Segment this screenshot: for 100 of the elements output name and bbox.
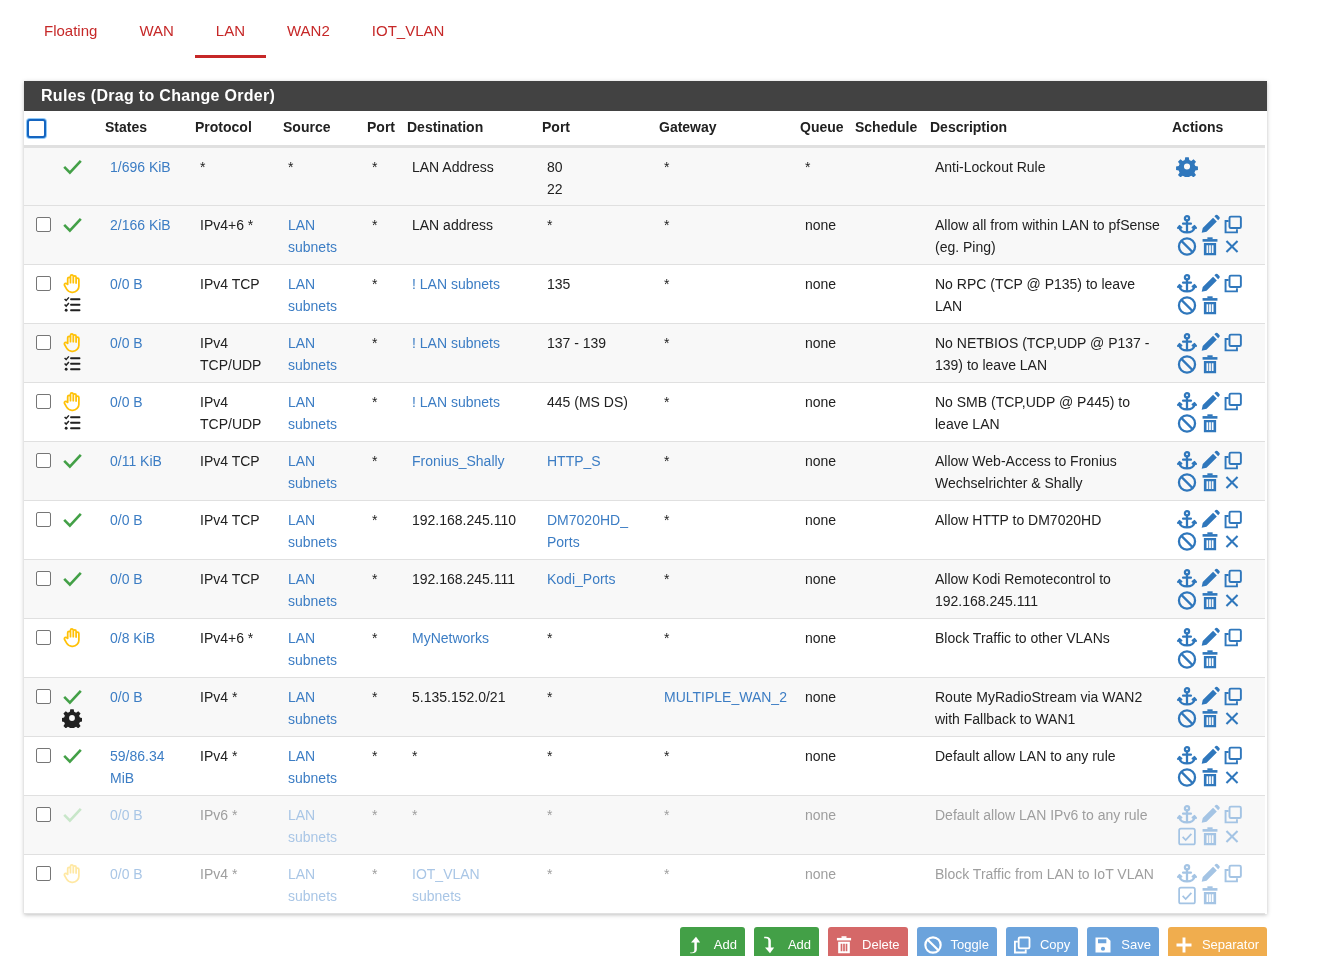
- row-checkbox[interactable]: [36, 276, 51, 291]
- gateway-link[interactable]: MULTIPLE_WAN_2: [664, 686, 789, 708]
- port-link[interactable]: DM7020HD_Ports: [547, 509, 648, 553]
- pencil-icon[interactable]: [1199, 686, 1221, 707]
- source-link[interactable]: LAN subnets: [288, 450, 356, 494]
- tab[interactable]: LAN: [194, 18, 266, 58]
- destination-link[interactable]: ! LAN subnets: [412, 391, 531, 413]
- settings-icon[interactable]: [1176, 156, 1198, 177]
- row-checkbox[interactable]: [36, 453, 51, 468]
- states-link[interactable]: 0/11 KiB: [110, 450, 184, 472]
- source-link[interactable]: LAN subnets: [288, 745, 356, 789]
- ban-icon[interactable]: [1176, 531, 1198, 552]
- tab[interactable]: WAN: [118, 18, 195, 58]
- pencil-icon[interactable]: [1199, 745, 1221, 766]
- check-square-icon[interactable]: [1176, 885, 1198, 906]
- row-checkbox[interactable]: [36, 866, 51, 881]
- pencil-icon[interactable]: [1199, 214, 1221, 235]
- source-link[interactable]: LAN subnets: [288, 568, 356, 612]
- tab[interactable]: Floating: [23, 18, 119, 58]
- states-link[interactable]: 0/0 B: [110, 273, 184, 295]
- source-link[interactable]: LAN subnets: [288, 509, 356, 553]
- ban-icon[interactable]: [1176, 354, 1198, 375]
- select-all-checkbox[interactable]: [27, 119, 46, 139]
- destination-link[interactable]: MyNetworks: [412, 627, 531, 649]
- row-checkbox[interactable]: [36, 748, 51, 763]
- ban-icon[interactable]: [1176, 236, 1198, 257]
- row-checkbox[interactable]: [36, 512, 51, 527]
- check-square-icon[interactable]: [1176, 826, 1198, 847]
- source-link[interactable]: LAN subnets: [288, 686, 356, 730]
- copy-button[interactable]: Copy: [1005, 927, 1079, 956]
- anchor-icon[interactable]: [1176, 627, 1198, 648]
- row-checkbox[interactable]: [36, 807, 51, 822]
- copy-icon[interactable]: [1222, 332, 1244, 353]
- row-checkbox[interactable]: [36, 689, 51, 704]
- copy-icon[interactable]: [1222, 509, 1244, 530]
- anchor-icon[interactable]: [1176, 745, 1198, 766]
- pencil-icon[interactable]: [1199, 509, 1221, 530]
- table-cell-text: *: [547, 688, 553, 707]
- pencil-icon[interactable]: [1199, 332, 1221, 353]
- copy-icon[interactable]: [1222, 627, 1244, 648]
- ban-icon[interactable]: [1176, 590, 1198, 611]
- source-link[interactable]: LAN subnets: [288, 332, 356, 376]
- ban-icon[interactable]: [1176, 413, 1198, 434]
- copy-icon[interactable]: [1222, 568, 1244, 589]
- destination-link[interactable]: ! LAN subnets: [412, 273, 531, 295]
- source-link[interactable]: LAN subnets: [288, 627, 356, 671]
- add-top-button[interactable]: Add: [679, 927, 745, 956]
- save-button[interactable]: Save: [1087, 927, 1159, 956]
- source-link[interactable]: LAN subnets: [288, 273, 356, 317]
- ban-icon[interactable]: [1176, 767, 1198, 788]
- add-bottom-button[interactable]: Add: [753, 927, 819, 956]
- row-checkbox[interactable]: [36, 335, 51, 350]
- tab[interactable]: WAN2: [266, 18, 351, 58]
- table-cell-text: 192.168.245.111: [412, 570, 517, 589]
- pencil-icon[interactable]: [1199, 568, 1221, 589]
- pencil-icon[interactable]: [1199, 391, 1221, 412]
- copy-icon[interactable]: [1222, 273, 1244, 294]
- anchor-icon[interactable]: [1176, 509, 1198, 530]
- port-link[interactable]: HTTP_S: [547, 450, 601, 472]
- copy-icon[interactable]: [1222, 214, 1244, 235]
- pencil-icon[interactable]: [1199, 450, 1221, 471]
- tab[interactable]: IOT_VLAN: [350, 18, 466, 58]
- copy-icon[interactable]: [1222, 450, 1244, 471]
- table-cell-text: *: [372, 216, 379, 235]
- row-checkbox[interactable]: [36, 571, 51, 586]
- states-link[interactable]: 0/0 B: [110, 686, 184, 708]
- ban-icon[interactable]: [1176, 708, 1198, 729]
- states-link[interactable]: 0/0 B: [110, 568, 184, 590]
- anchor-icon[interactable]: [1176, 214, 1198, 235]
- pencil-icon[interactable]: [1199, 273, 1221, 294]
- ban-icon[interactable]: [1176, 472, 1198, 493]
- ban-icon[interactable]: [1176, 649, 1198, 670]
- destination-link[interactable]: ! LAN subnets: [412, 332, 531, 354]
- anchor-icon[interactable]: [1176, 273, 1198, 294]
- source-link[interactable]: LAN subnets: [288, 391, 356, 435]
- states-link[interactable]: 0/0 B: [110, 509, 184, 531]
- port-link[interactable]: Kodi_Ports: [547, 568, 616, 590]
- states-link[interactable]: 1/696 KiB: [110, 156, 184, 178]
- states-link[interactable]: 2/166 KiB: [110, 214, 184, 236]
- row-checkbox[interactable]: [36, 217, 51, 232]
- states-link[interactable]: 0/0 B: [110, 332, 184, 354]
- states-link[interactable]: 59/86.34 MiB: [110, 745, 184, 789]
- copy-icon[interactable]: [1222, 391, 1244, 412]
- anchor-icon[interactable]: [1176, 568, 1198, 589]
- anchor-icon[interactable]: [1176, 450, 1198, 471]
- states-link[interactable]: 0/8 KiB: [110, 627, 184, 649]
- anchor-icon[interactable]: [1176, 686, 1198, 707]
- pencil-icon[interactable]: [1199, 627, 1221, 648]
- anchor-icon[interactable]: [1176, 332, 1198, 353]
- copy-icon[interactable]: [1222, 745, 1244, 766]
- row-checkbox[interactable]: [36, 630, 51, 645]
- states-link[interactable]: 0/0 B: [110, 391, 184, 413]
- delete-button[interactable]: Delete: [828, 927, 908, 956]
- row-checkbox[interactable]: [36, 394, 51, 409]
- copy-icon[interactable]: [1222, 686, 1244, 707]
- destination-link[interactable]: Fronius_Shally: [412, 450, 531, 472]
- anchor-icon[interactable]: [1176, 391, 1198, 412]
- toggle-button[interactable]: Toggle: [916, 927, 997, 956]
- source-link[interactable]: LAN subnets: [288, 214, 356, 258]
- ban-icon[interactable]: [1176, 295, 1198, 316]
